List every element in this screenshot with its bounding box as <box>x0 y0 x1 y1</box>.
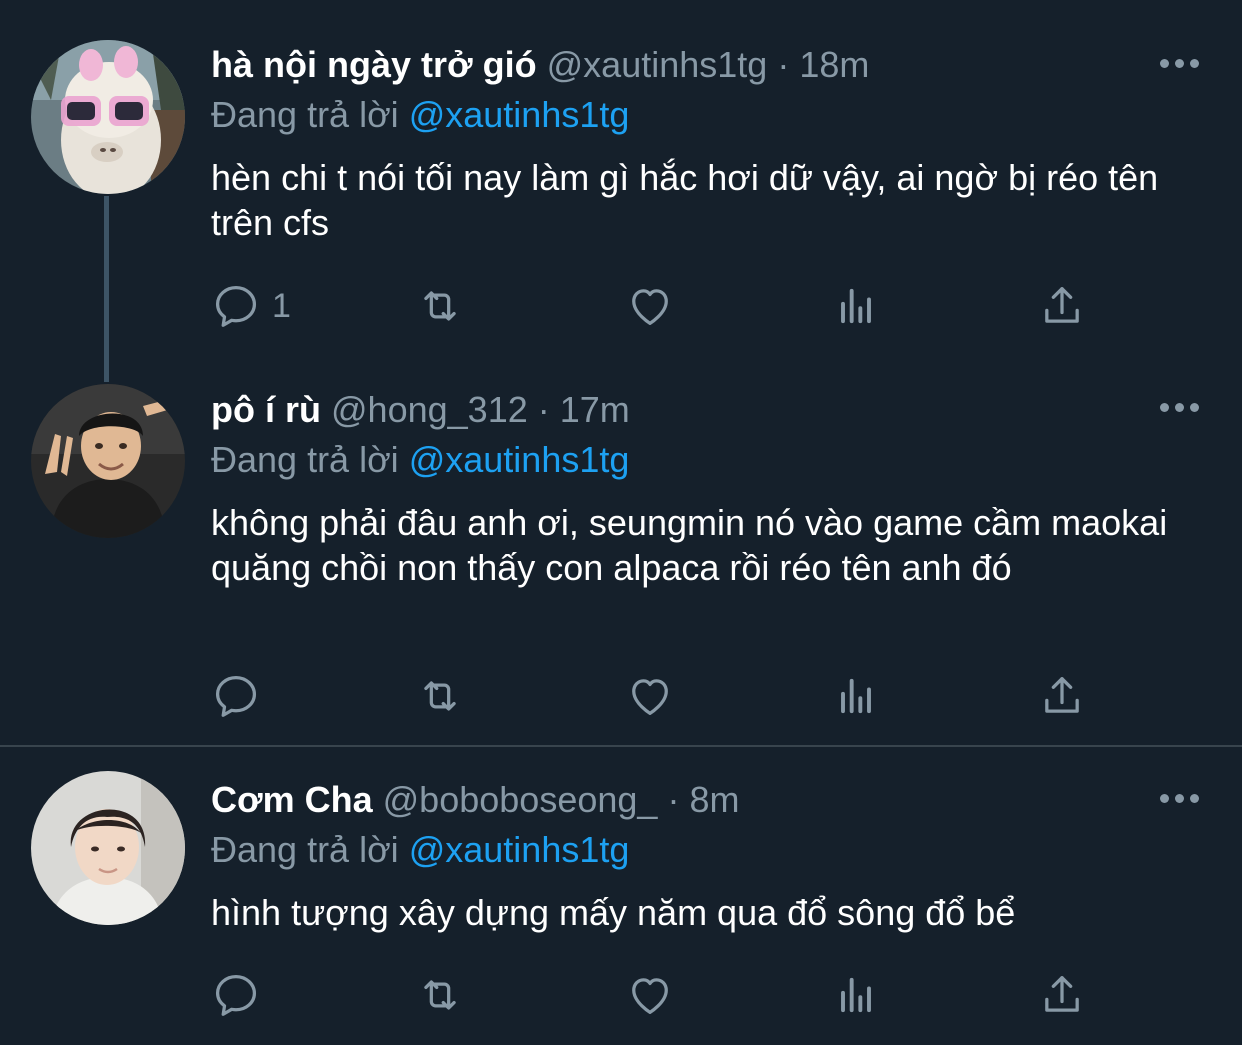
separator-dot: · <box>667 779 680 820</box>
analytics-icon <box>841 977 871 1013</box>
reply-count: 1 <box>272 286 291 325</box>
reply-button[interactable]: 1 <box>210 278 291 334</box>
retweet-icon <box>424 681 456 711</box>
tweet[interactable]: Cơm Cha @boboboseong_ · 8m Đang trả lời … <box>0 747 1242 1045</box>
retweet-icon <box>424 291 456 321</box>
user-handle[interactable]: @boboboseong_ <box>383 779 658 820</box>
share-button[interactable] <box>1036 278 1088 334</box>
more-dots-icon[interactable] <box>1158 789 1202 809</box>
replying-to: Đang trả lời @xautinhs1tg <box>211 825 629 875</box>
separator-dot: · <box>777 44 790 85</box>
replying-to: Đang trả lời @xautinhs1tg <box>211 435 629 485</box>
reply-button[interactable] <box>210 967 272 1023</box>
replying-to-mention[interactable]: @xautinhs1tg <box>409 829 630 870</box>
alpaca-avatar-image <box>31 40 185 194</box>
retweet-button[interactable] <box>414 278 466 334</box>
avatar[interactable] <box>31 384 185 538</box>
heart-icon <box>632 679 668 715</box>
analytics-button[interactable] <box>830 967 882 1023</box>
tweet-actions <box>210 967 1090 1023</box>
man-avatar-image <box>31 384 185 538</box>
avatar[interactable] <box>31 40 185 194</box>
comment-icon <box>215 285 257 327</box>
analytics-button[interactable] <box>830 278 882 334</box>
timestamp[interactable]: 8m <box>689 779 739 820</box>
display-name[interactable]: pô í rù <box>211 389 321 430</box>
portrait-avatar-image <box>31 771 185 925</box>
analytics-icon <box>841 678 871 714</box>
tweet-actions: 1 <box>210 278 1090 334</box>
tweet-header: pô í rù @hong_312 · 17m <box>211 385 630 435</box>
tweet[interactable]: hà nội ngày trở gió @xautinhs1tg · 18m Đ… <box>0 0 1242 370</box>
reply-button[interactable] <box>210 668 272 724</box>
display-name[interactable]: Cơm Cha <box>211 779 373 820</box>
heart-icon <box>632 978 668 1014</box>
replying-to: Đang trả lời @xautinhs1tg <box>211 90 629 140</box>
replying-to-label: Đang trả lời <box>211 439 399 480</box>
analytics-icon <box>841 288 871 324</box>
analytics-button[interactable] <box>830 668 882 724</box>
like-button[interactable] <box>624 668 676 724</box>
heart-icon <box>632 289 668 325</box>
like-button[interactable] <box>624 967 676 1023</box>
timestamp[interactable]: 17m <box>560 389 630 430</box>
tweet-text: hình tượng xây dựng mấy năm qua đổ sông … <box>211 892 1016 933</box>
more-dots-icon[interactable] <box>1158 54 1202 74</box>
user-handle[interactable]: @xautinhs1tg <box>547 44 768 85</box>
tweet-text: không phải đâu anh ơi, seungmin nó vào g… <box>211 502 1168 588</box>
more-dots-icon[interactable] <box>1158 398 1202 418</box>
avatar[interactable] <box>31 771 185 925</box>
comment-icon <box>215 974 257 1016</box>
tweet-header: hà nội ngày trở gió @xautinhs1tg · 18m <box>211 40 869 90</box>
tweet-header: Cơm Cha @boboboseong_ · 8m <box>211 775 739 825</box>
user-handle[interactable]: @hong_312 <box>331 389 528 430</box>
comment-icon <box>215 675 257 717</box>
share-icon <box>1045 287 1079 323</box>
like-button[interactable] <box>624 278 676 334</box>
retweet-button[interactable] <box>414 967 466 1023</box>
timestamp[interactable]: 18m <box>799 44 869 85</box>
share-button[interactable] <box>1036 668 1088 724</box>
replying-to-mention[interactable]: @xautinhs1tg <box>409 439 630 480</box>
tweet-actions <box>210 668 1090 724</box>
retweet-icon <box>424 980 456 1010</box>
retweet-button[interactable] <box>414 668 466 724</box>
tweet[interactable]: pô í rù @hong_312 · 17m Đang trả lời @xa… <box>0 370 1242 746</box>
replying-to-mention[interactable]: @xautinhs1tg <box>409 94 630 135</box>
display-name[interactable]: hà nội ngày trở gió <box>211 44 537 85</box>
share-button[interactable] <box>1036 967 1088 1023</box>
tweet-thread: hà nội ngày trở gió @xautinhs1tg · 18m Đ… <box>0 0 1242 1045</box>
share-icon <box>1045 677 1079 713</box>
replying-to-label: Đang trả lời <box>211 829 399 870</box>
tweet-text: hèn chi t nói tối nay làm gì hắc hơi dữ … <box>211 157 1159 243</box>
replying-to-label: Đang trả lời <box>211 94 399 135</box>
separator-dot: · <box>537 389 550 430</box>
share-icon <box>1045 976 1079 1012</box>
